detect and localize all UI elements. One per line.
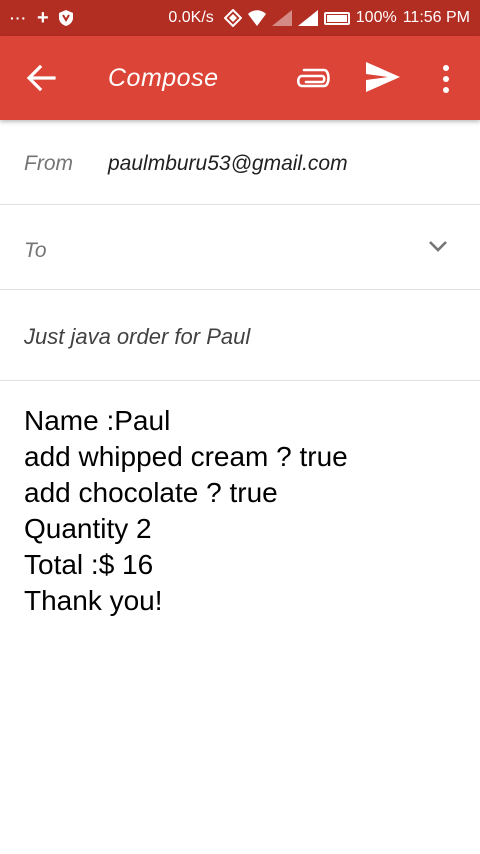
from-row[interactable]: From paulmburu53@gmail.com: [0, 120, 480, 205]
body-line: add chocolate ? true: [24, 477, 278, 508]
shield-icon: [58, 10, 73, 26]
from-label: From: [24, 152, 73, 175]
plus-icon: +: [37, 7, 49, 29]
data-saver-icon: [223, 9, 242, 27]
to-field[interactable]: To: [24, 239, 47, 263]
from-account[interactable]: paulmburu53@gmail.com: [108, 152, 348, 176]
chevron-down-icon[interactable]: [428, 239, 448, 253]
battery-icon: [323, 11, 350, 25]
wifi-icon: [247, 10, 266, 26]
body-line: add whipped cream ? true: [24, 441, 348, 472]
clock: 11:56 PM: [402, 9, 470, 26]
screen-title: Compose: [108, 64, 219, 92]
subject-row[interactable]: Just java order for Paul: [0, 290, 480, 381]
more-vert-icon[interactable]: [436, 64, 456, 94]
body-line: Quantity 2: [24, 513, 152, 544]
body-line: Total :$ 16: [24, 549, 154, 580]
message-body[interactable]: Name :Paul add whipped cream ? true add …: [24, 403, 348, 619]
signal-sim1-icon: [271, 10, 292, 26]
app-bar: Compose: [0, 36, 480, 120]
network-speed: 0.0K/s: [168, 9, 214, 26]
status-left: ··· +: [10, 8, 73, 28]
battery-percent: 100%: [355, 9, 397, 26]
paperclip-icon[interactable]: [294, 66, 330, 90]
back-arrow-icon[interactable]: [26, 64, 56, 92]
more-dots-icon: ···: [10, 10, 27, 26]
to-row[interactable]: To: [0, 205, 480, 290]
body-line: Name :Paul: [24, 405, 171, 436]
status-right: 0.0K/s 100% 11:56 PM: [168, 9, 470, 27]
body-line: Thank you!: [24, 585, 163, 616]
status-bar: ··· + 0.0K/s 100% 11:56 PM: [0, 0, 480, 36]
signal-sim2-icon: [297, 10, 318, 26]
subject-field[interactable]: Just java order for Paul: [24, 324, 250, 350]
send-icon[interactable]: [366, 62, 400, 92]
